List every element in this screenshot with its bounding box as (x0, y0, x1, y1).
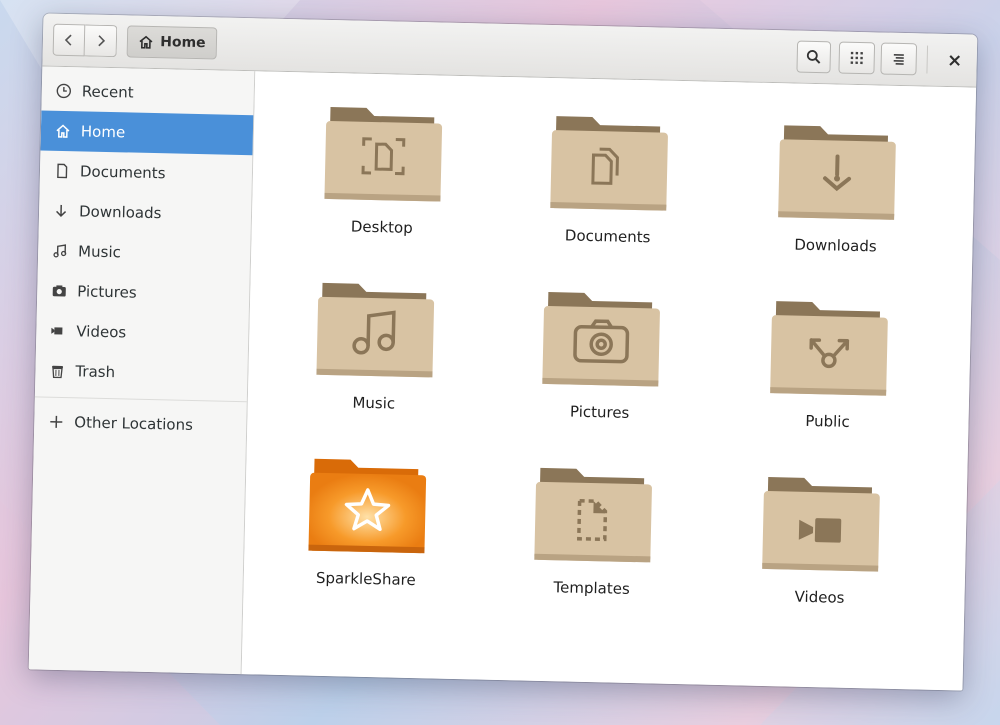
chevron-right-icon (97, 35, 105, 47)
folder-item-downloads[interactable]: Downloads (735, 110, 939, 279)
sidebar-item-trash[interactable]: Trash (35, 350, 248, 395)
plus-icon (48, 414, 64, 430)
home-icon (55, 123, 71, 139)
folder-item-pictures[interactable]: Pictures (499, 277, 703, 446)
downloads-folder-icon (778, 125, 896, 220)
home-icon (139, 35, 153, 49)
sidebar-item-label: Other Locations (74, 413, 194, 434)
folder-item-documents[interactable]: Documents (507, 101, 711, 270)
sidebar-item-label: Videos (76, 322, 127, 342)
folder-item-music[interactable]: Music (273, 268, 477, 437)
sparkleshare-folder-icon (308, 458, 427, 554)
grid-view-icon (850, 51, 863, 65)
sidebar-item-pictures[interactable]: Pictures (37, 270, 250, 315)
download-arrow-icon (53, 203, 69, 219)
sidebar-item-label: Music (77, 242, 122, 262)
desktop-folder-icon (324, 107, 443, 202)
folder-item-videos[interactable]: Videos (719, 462, 923, 631)
templates-folder-icon (534, 467, 652, 563)
folder-label: Documents (564, 226, 651, 247)
close-window-button[interactable]: × (938, 44, 971, 77)
close-icon: × (946, 49, 963, 71)
search-button[interactable] (796, 40, 832, 74)
clock-icon (56, 83, 72, 99)
folder-item-public[interactable]: Public (727, 286, 931, 455)
sidebar-item-home[interactable]: Home (40, 110, 254, 156)
music-note-icon (52, 243, 68, 259)
folder-label: Videos (794, 587, 845, 607)
places-sidebar: Recent Home Documents Downloads Music Pi… (28, 66, 256, 675)
documents-folder-icon (550, 116, 668, 211)
view-grid-button[interactable] (838, 41, 876, 75)
public-folder-icon (770, 301, 888, 396)
view-options-menu-button[interactable] (880, 42, 918, 76)
options-menu-icon (893, 53, 904, 65)
folder-label: Pictures (569, 402, 630, 422)
file-manager-window: Home × Recent Home Documents Downloads M… (28, 13, 978, 691)
search-icon (806, 50, 821, 64)
sidebar-item-music[interactable]: Music (38, 230, 251, 275)
sidebar-item-other-locations[interactable]: Other Locations (34, 401, 247, 446)
folder-label: Downloads (794, 235, 877, 256)
path-bar-home-button[interactable]: Home (126, 25, 218, 60)
sidebar-item-label: Documents (79, 162, 166, 183)
path-bar-label: Home (160, 34, 206, 52)
back-button[interactable] (52, 23, 86, 57)
folder-label: Public (805, 411, 850, 431)
sidebar-item-documents[interactable]: Documents (40, 150, 253, 195)
folder-icon-view: Desktop Documents Downloads Music Pictur… (241, 71, 977, 691)
header-separator (926, 45, 929, 74)
sidebar-item-recent[interactable]: Recent (41, 70, 254, 115)
sidebar-item-videos[interactable]: Videos (36, 310, 249, 355)
trash-icon (49, 363, 65, 379)
folder-label: Music (352, 393, 396, 413)
forward-button[interactable] (84, 24, 118, 58)
sidebar-item-label: Pictures (77, 282, 137, 302)
folder-label: SparkleShare (315, 568, 416, 590)
videos-folder-icon (762, 477, 880, 572)
sidebar-item-label: Recent (81, 82, 134, 102)
navigation-buttons (52, 23, 118, 58)
pictures-folder-icon (542, 292, 660, 387)
camera-icon (51, 283, 67, 299)
chevron-left-icon (64, 34, 72, 46)
folder-item-sparkleshare[interactable]: SparkleShare (265, 444, 469, 613)
folder-item-desktop[interactable]: Desktop (281, 92, 485, 261)
folder-label: Templates (553, 578, 630, 598)
sidebar-item-label: Downloads (78, 202, 162, 223)
video-camera-icon (50, 323, 66, 339)
sidebar-item-downloads[interactable]: Downloads (39, 190, 252, 235)
sidebar-item-label: Trash (75, 362, 116, 382)
folder-label: Desktop (350, 217, 413, 237)
music-folder-icon (316, 282, 435, 378)
sidebar-item-label: Home (80, 122, 126, 142)
folder-item-templates[interactable]: Templates (491, 453, 695, 622)
document-icon (54, 163, 70, 179)
